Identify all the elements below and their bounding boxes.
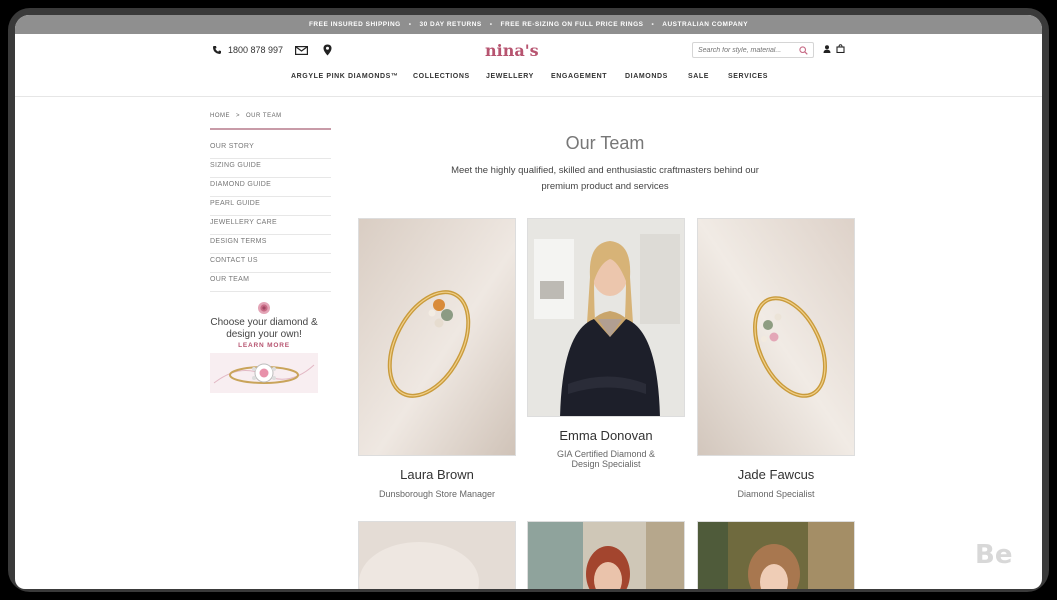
search-input[interactable] <box>698 46 793 54</box>
nav-services[interactable]: SERVICES <box>728 73 788 80</box>
phone-icon <box>213 46 221 54</box>
promo-learn-more-link[interactable]: LEARN MORE <box>210 342 318 349</box>
sidebar-item-our-story[interactable]: OUR STORY <box>210 141 331 159</box>
user-icon[interactable] <box>823 45 831 53</box>
sidebar: HOME > OUR TEAM OUR STORY SIZING GUIDE D… <box>210 113 331 293</box>
announcement-separator: • <box>651 21 655 28</box>
announcement-bar: FREE INSURED SHIPPING • 30 DAY RETURNS •… <box>15 15 1042 34</box>
team-role-jade-fawcus: Diamond Specialist <box>737 489 815 499</box>
nav-argyle-pink-diamonds[interactable]: ARGYLE PINK DIAMONDS™ <box>291 73 413 80</box>
team-photo-row2-2[interactable] <box>527 521 685 589</box>
announcement-shipping: FREE INSURED SHIPPING <box>308 21 401 28</box>
sidebar-menu: OUR STORY SIZING GUIDE DIAMOND GUIDE PEA… <box>210 141 331 292</box>
team-name-jade-fawcus: Jade Fawcus <box>737 467 815 482</box>
breadcrumb-current: OUR TEAM <box>246 113 282 119</box>
breadcrumb: HOME > OUR TEAM <box>210 113 331 119</box>
rose-icon <box>258 302 270 314</box>
behance-watermark: Be <box>975 540 1013 570</box>
sidebar-item-contact-us[interactable]: CONTACT US <box>210 255 331 273</box>
site-logo[interactable]: nina's <box>485 41 539 60</box>
sidebar-item-sizing-guide[interactable]: SIZING GUIDE <box>210 160 331 178</box>
design-your-own-promo[interactable]: Choose your diamond & design your own! L… <box>210 301 318 393</box>
search-box[interactable] <box>692 42 814 58</box>
phone-number: 1800 878 997 <box>228 45 284 55</box>
sidebar-item-diamond-guide[interactable]: DIAMOND GUIDE <box>210 179 331 197</box>
page-title: Our Team <box>565 133 645 153</box>
breadcrumb-divider <box>210 128 331 130</box>
page-intro: Meet the highly qualified, skilled and e… <box>451 165 759 192</box>
announcement-company: AUSTRALIAN COMPANY <box>662 21 749 28</box>
team-photo-row2-3[interactable] <box>697 521 855 589</box>
team-photo-jade-fawcus[interactable] <box>697 218 855 456</box>
mail-icon[interactable] <box>295 46 308 55</box>
browser-screen: FREE INSURED SHIPPING • 30 DAY RETURNS •… <box>15 15 1042 589</box>
team-name-laura-brown: Laura Brown <box>400 467 474 482</box>
sidebar-item-pearl-guide[interactable]: PEARL GUIDE <box>210 198 331 216</box>
sidebar-item-our-team[interactable]: OUR TEAM <box>210 274 331 292</box>
team-name-emma-donovan: Emma Donovan <box>559 428 653 443</box>
breadcrumb-separator: > <box>236 113 241 119</box>
search-icon[interactable] <box>799 45 808 55</box>
announcement-resizing: FREE RE-SIZING ON FULL PRICE RINGS <box>500 21 644 28</box>
nav-jewellery[interactable]: JEWELLERY <box>486 73 551 80</box>
nav-collections[interactable]: COLLECTIONS <box>413 73 486 80</box>
promo-headline: Choose your diamond & design your own! <box>210 317 318 340</box>
sidebar-item-jewellery-care[interactable]: JEWELLERY CARE <box>210 217 331 235</box>
team-photo-row2-1[interactable] <box>358 521 516 589</box>
location-pin-icon[interactable] <box>323 44 332 56</box>
announcement-separator: • <box>489 21 493 28</box>
announcement-separator: • <box>408 21 412 28</box>
shopping-bag-icon[interactable] <box>836 44 845 53</box>
team-photo-laura-brown[interactable] <box>358 218 516 456</box>
ring-sketch-image <box>210 353 318 393</box>
phone-link[interactable]: 1800 878 997 <box>212 45 283 55</box>
nav-diamonds[interactable]: DIAMONDS <box>625 73 688 80</box>
breadcrumb-home[interactable]: HOME <box>210 113 230 119</box>
team-role-laura-brown: Dunsborough Store Manager <box>378 489 496 499</box>
team-role-emma-donovan: GIA Certified Diamond & Design Specialis… <box>556 449 656 469</box>
nav-engagement[interactable]: ENGAGEMENT <box>551 73 625 80</box>
main-nav: ARGYLE PINK DIAMONDS™ COLLECTIONS JEWELL… <box>291 73 788 80</box>
site-header: 1800 878 997 nina's ARGYLE PINK DIA <box>15 34 1042 97</box>
nav-sale[interactable]: SALE <box>688 73 728 80</box>
team-photo-emma-donovan[interactable] <box>527 218 685 417</box>
sidebar-item-design-terms[interactable]: DESIGN TERMS <box>210 236 331 254</box>
announcement-returns: 30 DAY RETURNS <box>419 21 482 28</box>
